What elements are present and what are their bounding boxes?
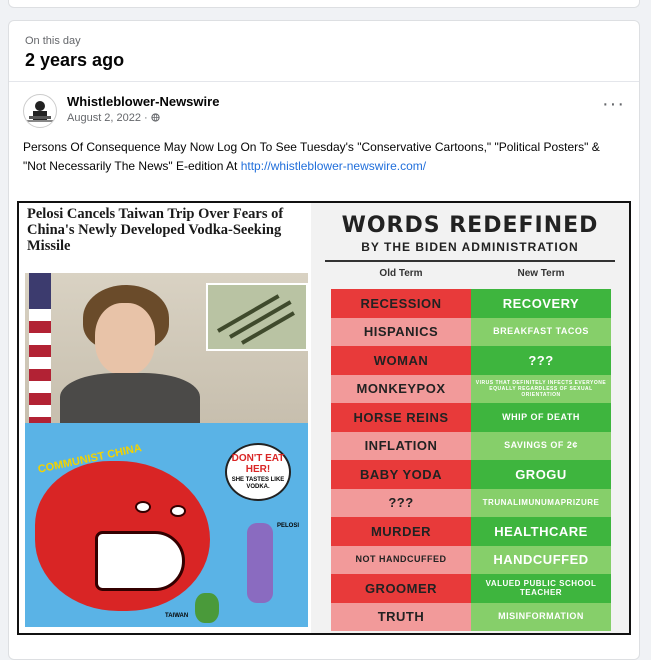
- cartoon-pelosi-figure: [247, 523, 273, 603]
- poster-row: RECESSION RECOVERY: [331, 289, 611, 318]
- poster-row: BABY YODA GROGU: [331, 460, 611, 489]
- new-term-cell: HANDCUFFED: [471, 545, 611, 574]
- speech-bubble: DON'T EAT HER! SHE TASTES LIKE VODKA.: [225, 443, 291, 501]
- post-text: Persons Of Consequence May Now Log On To…: [9, 128, 639, 176]
- poster-column-headers: Old Term New Term: [331, 268, 611, 279]
- globe-icon: [151, 113, 160, 122]
- old-term-cell: INFLATION: [331, 431, 471, 460]
- old-term-cell: MONKEYPOX: [331, 374, 471, 403]
- bubble-sub-text: SHE TASTES LIKE VODKA.: [231, 477, 285, 490]
- cartoon-label-pelosi: PELOSI: [277, 523, 300, 529]
- poster-title: WORDS REDEFINED: [341, 213, 599, 238]
- memory-card: On this day 2 years ago Whistleblower-Ne…: [8, 20, 640, 660]
- photo-jacket: [60, 373, 200, 423]
- poster-row: MONKEYPOX VIRUS THAT DEFINITELY INFECTS E…: [331, 374, 611, 403]
- author-name[interactable]: Whistleblower-Newswire: [67, 94, 602, 109]
- post-link[interactable]: http://whistleblower-newswire.com/: [241, 159, 426, 173]
- news-panel: Pelosi Cancels Taiwan Trip Over Fears of…: [19, 203, 309, 633]
- old-term-cell: TRUTH: [331, 602, 471, 631]
- previous-card: [8, 0, 640, 8]
- new-term-cell: GROGU: [471, 460, 611, 489]
- monster-eye: [170, 505, 186, 517]
- poster-row: GROOMER VALUED PUBLIC SCHOOL TEACHER: [331, 574, 611, 603]
- missile-inset-photo: [206, 283, 308, 351]
- bubble-main-text: DON'T EAT HER!: [231, 453, 285, 475]
- pelosi-photo: [25, 273, 308, 423]
- old-term-cell: HISPANICS: [331, 317, 471, 346]
- new-term-cell: RECOVERY: [471, 289, 611, 318]
- new-term-cell: HEALTHCARE: [471, 517, 611, 546]
- poster-table: RECESSION RECOVERY HISPANICS BREAKFAST TACO…: [331, 289, 611, 631]
- poster-row: TRUTH MISINFORMATION: [331, 602, 611, 631]
- post-meta: August 2, 2022 ·: [67, 112, 602, 124]
- new-term-cell: WHIP OF DEATH: [471, 403, 611, 432]
- more-options-button[interactable]: ···: [602, 94, 625, 114]
- poster-row: HORSE REINS WHIP OF DEATH: [331, 403, 611, 432]
- new-term-cell: VALUED PUBLIC SCHOOL TEACHER: [471, 574, 611, 603]
- news-headline: Pelosi Cancels Taiwan Trip Over Fears of…: [27, 206, 284, 254]
- new-term-cell: TRUNALIMUNUMAPRIZURE: [471, 488, 611, 517]
- old-term-cell: GROOMER: [331, 574, 471, 603]
- new-term-cell: SAVINGS OF 2¢: [471, 431, 611, 460]
- poster-row: WOMAN???: [331, 346, 611, 375]
- author-block: Whistleblower-Newswire August 2, 2022 ·: [67, 94, 602, 124]
- editorial-cartoon: COMMUNIST CHINA DON'T EAT HER! SHE TASTE…: [25, 423, 308, 627]
- old-term-cell: BABY YODA: [331, 460, 471, 489]
- poster-row: INFLATION SAVINGS OF 2¢: [331, 431, 611, 460]
- photo-face: [95, 303, 155, 375]
- old-term-cell: WOMAN: [331, 346, 471, 375]
- author-avatar[interactable]: [23, 94, 57, 128]
- flag-canton: [29, 273, 51, 309]
- post-image[interactable]: Pelosi Cancels Taiwan Trip Over Fears of…: [17, 201, 631, 635]
- memory-label: On this day: [25, 35, 81, 47]
- china-monster: [35, 461, 210, 611]
- old-term-cell: ???: [331, 488, 471, 517]
- old-term-cell: MURDER: [331, 517, 471, 546]
- new-term-cell: VIRUS THAT DEFINITELY INFECTS EVERYONE E…: [471, 374, 611, 403]
- old-term-cell: RECESSION: [331, 289, 471, 318]
- words-redefined-poster: WORDS REDEFINED BY THE BIDEN ADMINISTRAT…: [311, 203, 629, 633]
- monster-eye: [135, 501, 151, 513]
- old-term-cell: NOT HANDCUFFED: [331, 545, 471, 574]
- old-term-cell: HORSE REINS: [331, 403, 471, 432]
- poster-row: HISPANICS BREAKFAST TACOS: [331, 317, 611, 346]
- poster-row: MURDER HEALTHCARE: [331, 517, 611, 546]
- whistleblower-logo-icon: [27, 101, 53, 122]
- memory-header: On this day 2 years ago: [9, 21, 639, 82]
- new-term-cell: MISINFORMATION: [471, 602, 611, 631]
- poster-divider: [325, 260, 615, 262]
- memory-title: 2 years ago: [25, 50, 125, 70]
- new-term-header: New Term: [517, 268, 565, 279]
- post-header: Whistleblower-Newswire August 2, 2022 · …: [9, 82, 639, 128]
- taiwan-island: [195, 593, 219, 623]
- cartoon-label-taiwan: TAIWAN: [165, 613, 189, 619]
- poster-row: NOT HANDCUFFED HANDCUFFED: [331, 545, 611, 574]
- new-term-cell: ???: [471, 346, 611, 375]
- old-term-header: Old Term: [379, 268, 423, 279]
- monster-mouth: [95, 531, 185, 591]
- new-term-cell: BREAKFAST TACOS: [471, 317, 611, 346]
- poster-subtitle: BY THE BIDEN ADMINISTRATION: [361, 240, 579, 254]
- poster-row: ??? TRUNALIMUNUMAPRIZURE: [331, 488, 611, 517]
- post-date[interactable]: August 2, 2022 ·: [67, 112, 148, 124]
